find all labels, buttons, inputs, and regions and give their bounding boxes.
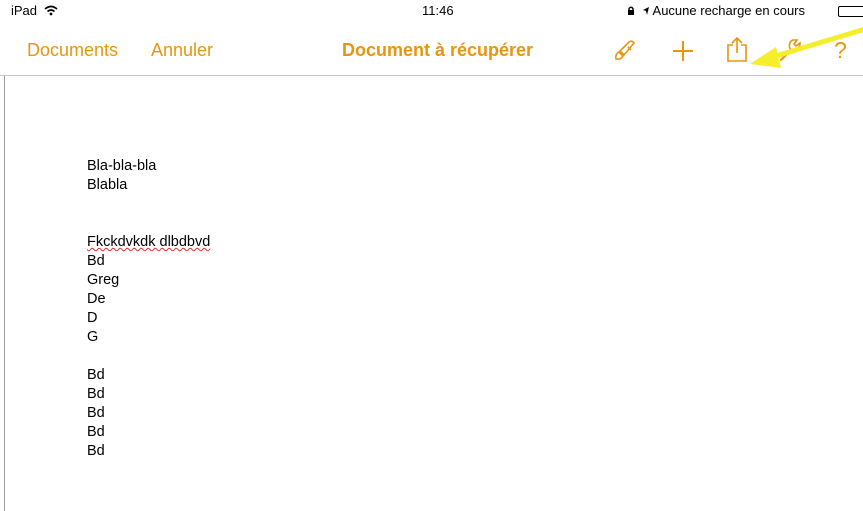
document-line: Bd [87, 424, 105, 440]
share-icon[interactable] [726, 36, 748, 68]
wifi-icon [44, 5, 58, 16]
device-name: iPad [11, 3, 38, 18]
battery-status-text: Aucune recharge en cours [652, 3, 806, 18]
paintbrush-icon[interactable] [613, 39, 639, 68]
document-line: D [87, 310, 98, 326]
wrench-icon[interactable] [776, 37, 802, 68]
document-line: Bd [87, 253, 105, 269]
page-edge [4, 76, 5, 511]
document-line: Bd [87, 367, 105, 383]
document-line: Fkckdvkdk dlbdbvd [87, 234, 211, 250]
plus-icon[interactable] [671, 39, 695, 68]
document-line: Greg [87, 272, 120, 288]
status-bar: iPad 11:46 Aucune recharge en cours [0, 0, 863, 22]
help-icon[interactable]: ? [834, 37, 847, 64]
document-line: G [87, 329, 99, 345]
document-line: Bd [87, 443, 105, 459]
document-line: Bd [87, 405, 105, 421]
lock-rotation-icon [628, 6, 634, 15]
status-device: iPad [11, 3, 58, 18]
document-body[interactable]: Bla-bla-bla Blabla Fkckdvkdk dlbdbvd Bd Greg… [87, 157, 210, 461]
document-line: Bd [87, 386, 105, 402]
navigation-bar: Documents Annuler Document à récupérer ? [0, 22, 863, 76]
document-line: Blabla [87, 177, 128, 193]
document-line: Bla-bla-bla [87, 158, 157, 174]
status-time: 11:46 [422, 3, 454, 18]
status-right: Aucune recharge en cours [624, 3, 805, 18]
document-line: De [87, 291, 106, 307]
battery-icon [838, 6, 863, 17]
location-icon [642, 7, 649, 15]
